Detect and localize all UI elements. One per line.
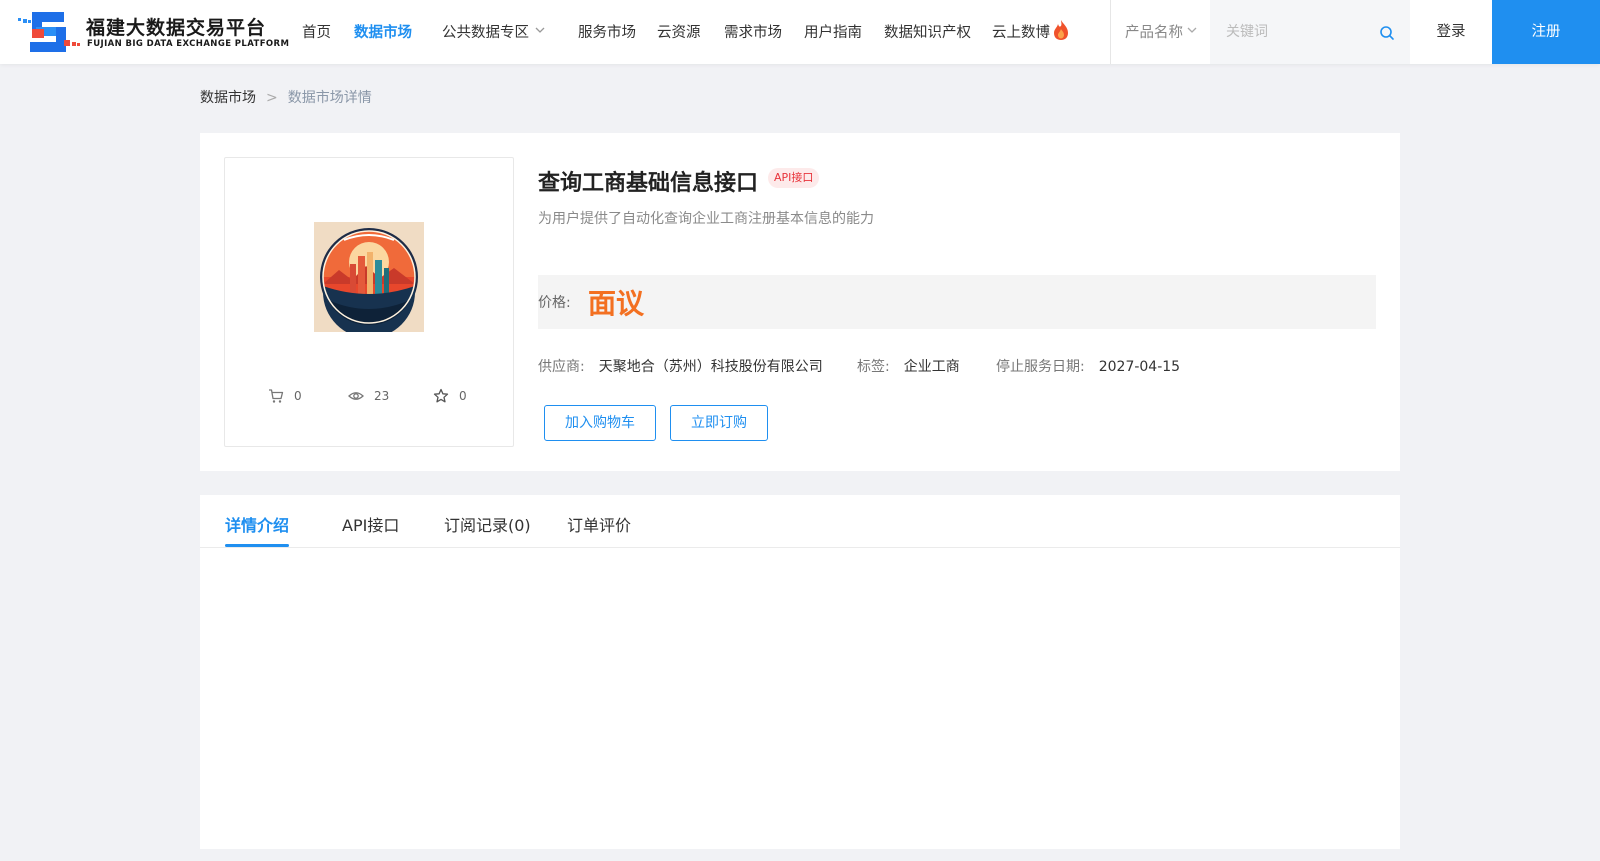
views-value: 23 [374, 389, 390, 403]
breadcrumb-separator: > [266, 90, 278, 106]
product-image [314, 222, 424, 332]
nav-service-market[interactable]: 服务市场 [578, 21, 636, 42]
tag-value: 企业工商 [903, 359, 960, 375]
nav-home[interactable]: 首页 [302, 21, 331, 42]
price-value: 面议 [588, 287, 645, 320]
search-icon[interactable] [1379, 25, 1395, 41]
cart-count-value: 0 [294, 389, 302, 403]
login-button[interactable]: 登录 [1410, 0, 1492, 64]
stop-date-info: 停止服务日期: 2027-04-15 [996, 356, 1180, 376]
supplier-value: 天聚地合（苏州）科技股份有限公司 [598, 359, 823, 375]
logo-title: 福建大数据交易平台 [86, 17, 267, 39]
header-divider [1110, 0, 1111, 64]
nav-data-market[interactable]: 数据市场 [354, 21, 412, 42]
breadcrumb-current: 数据市场详情 [287, 90, 372, 106]
breadcrumb: 数据市场 > 数据市场详情 [200, 87, 372, 107]
price-label: 价格: [538, 295, 571, 311]
views-stat: 23 [348, 388, 398, 404]
nav-data-ip[interactable]: 数据知识产权 [884, 21, 971, 42]
tab-subscription-records[interactable]: 订阅记录(0) [444, 512, 531, 536]
tab-api[interactable]: API接口 [342, 512, 399, 536]
eye-icon [348, 392, 364, 400]
chevron-down-icon[interactable] [533, 23, 547, 37]
nav-cloud-expo[interactable]: 云上数博 [992, 21, 1050, 42]
add-to-cart-button[interactable]: 加入购物车 [544, 405, 656, 441]
favorites-stat[interactable]: 0 [433, 388, 483, 404]
price-bar: 价格: 面议 [538, 275, 1376, 329]
tabs-divider [200, 547, 1400, 548]
nav-public-data-zone[interactable]: 公共数据专区 [442, 21, 529, 42]
tab-order-reviews[interactable]: 订单评价 [567, 512, 631, 536]
nav-cloud-resources[interactable]: 云资源 [657, 21, 701, 42]
nav-user-guide[interactable]: 用户指南 [804, 21, 862, 42]
cart-icon [269, 389, 284, 403]
product-description: 为用户提供了自动化查询企业工商注册基本信息的能力 [538, 211, 874, 227]
nav-demand-market[interactable]: 需求市场 [724, 21, 782, 42]
site-logo[interactable]: 福建大数据交易平台 FUJIAN BIG DATA EXCHANGE PLATF… [16, 10, 289, 54]
stop-date-label: 停止服务日期: [996, 359, 1085, 375]
logo-mark-icon [18, 12, 80, 52]
tab-details[interactable]: 详情介绍 [225, 512, 289, 536]
product-card: 0 23 0 查询工商基础信息接口 API接口 为用户提供了自动化查询企业工商注… [200, 133, 1400, 471]
tag-label: 标签: [857, 359, 890, 375]
search-type-select[interactable]: 产品名称 [1125, 21, 1183, 42]
fire-icon [1054, 20, 1068, 40]
cart-count-stat: 0 [268, 388, 318, 404]
tag-info: 标签: 企业工商 [857, 356, 960, 376]
logo-subtitle: FUJIAN BIG DATA EXCHANGE PLATFORM [87, 39, 290, 49]
favorites-value: 0 [459, 389, 467, 403]
product-thumbnail-box: 0 23 0 [224, 157, 514, 447]
breadcrumb-parent-link[interactable]: 数据市场 [200, 90, 256, 106]
stop-date-value: 2027-04-15 [1098, 359, 1181, 375]
detail-tabs-panel: 详情介绍 API接口 订阅记录(0) 订单评价 [200, 495, 1400, 849]
star-icon[interactable] [433, 388, 449, 404]
supplier-info: 供应商: 天聚地合（苏州）科技股份有限公司 [538, 356, 823, 376]
chevron-down-icon[interactable] [1186, 24, 1198, 36]
product-title: 查询工商基础信息接口 [538, 171, 759, 196]
buy-now-button[interactable]: 立即订购 [670, 405, 768, 441]
product-type-badge: API接口 [768, 168, 820, 188]
top-header: 福建大数据交易平台 FUJIAN BIG DATA EXCHANGE PLATF… [0, 0, 1600, 64]
search-input[interactable] [1210, 0, 1370, 64]
register-button[interactable]: 注册 [1492, 0, 1600, 64]
supplier-label: 供应商: [538, 359, 585, 375]
